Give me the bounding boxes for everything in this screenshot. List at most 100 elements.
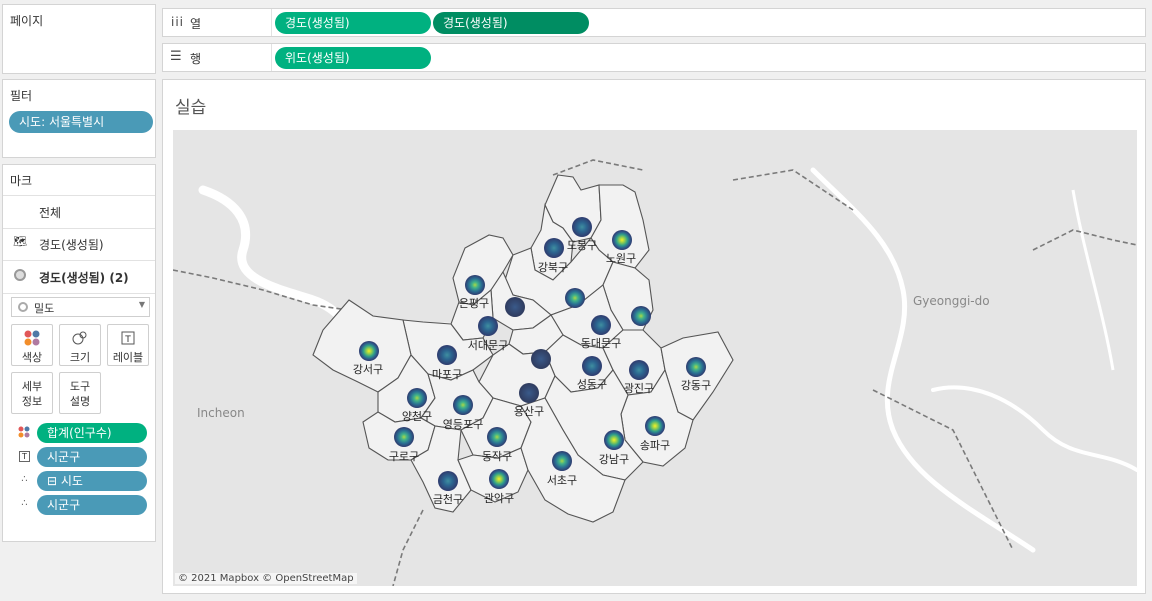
marks-card-lon-2[interactable]: 경도(생성됨) (2) — [3, 261, 155, 294]
view-panel: 실습 도봉구 노원구 강북구 은평구 서대문구 동대문구 마포구 강서구 성동구… — [162, 79, 1146, 594]
marks-panel: 마크 전체 🗺 경도(생성됨) 경도(생성됨) (2) 밀도 ▼ 색상 크기 T… — [2, 164, 156, 542]
pages-panel[interactable]: 페이지 — [2, 4, 156, 74]
view-title: 실습 — [175, 98, 207, 118]
detail-button[interactable]: 세부 정보 — [11, 372, 53, 414]
columns-label: 열 — [190, 17, 202, 31]
density-mark[interactable] — [629, 360, 649, 380]
size-icon — [60, 329, 100, 349]
density-mark[interactable] — [407, 388, 427, 408]
district-label: 강남구 — [599, 453, 629, 466]
density-mark[interactable] — [487, 427, 507, 447]
density-mark[interactable] — [465, 275, 485, 295]
marks-title: 마크 — [10, 174, 33, 188]
density-mark[interactable] — [438, 471, 458, 491]
tooltip-button[interactable]: 도구 설명 — [59, 372, 101, 414]
density-mark[interactable] — [686, 357, 706, 377]
district-label: 서초구 — [547, 474, 577, 487]
color-button[interactable]: 색상 — [11, 324, 53, 366]
district-label: 강동구 — [681, 379, 711, 392]
field-row-detail-sido[interactable]: ∴ ⊟ 시도 — [13, 471, 149, 491]
density-mark[interactable] — [604, 430, 624, 450]
filters-panel: 필터 시도: 서울특별시 — [2, 79, 156, 158]
density-mark[interactable] — [478, 316, 498, 336]
columns-pill-lon-2[interactable]: 경도(생성됨) — [433, 12, 589, 34]
marks-card-lon[interactable]: 🗺 경도(생성됨) — [3, 228, 155, 261]
tooltip-button-label: 도구 설명 — [69, 380, 91, 408]
field-pill-sido[interactable]: ⊟ 시도 — [37, 471, 147, 491]
district-label: 서대문구 — [468, 339, 508, 352]
district-label: 성동구 — [577, 378, 607, 391]
color-icon — [12, 329, 52, 349]
field-pill-sigungu[interactable]: 시군구 — [37, 495, 147, 515]
density-mark[interactable] — [645, 416, 665, 436]
density-mark[interactable] — [591, 315, 611, 335]
map-label-incheon: Incheon — [197, 406, 245, 420]
marks-card-lon-label: 경도(생성됨) — [39, 238, 104, 252]
detail-dots-icon: ∴ — [21, 498, 27, 509]
district-label: 노원구 — [606, 252, 636, 265]
label-button[interactable]: T 레이블 — [107, 324, 149, 366]
mark-type-dropdown[interactable]: 밀도 ▼ — [11, 297, 150, 317]
district-label: 금천구 — [433, 492, 463, 506]
field-row-detail-sigungu[interactable]: ∴ 시군구 — [13, 495, 149, 515]
color-dots-icon — [17, 426, 31, 441]
district-label: 강서구 — [353, 363, 383, 376]
district-label: 마포구 — [432, 368, 462, 381]
district-label: 동대문구 — [581, 337, 621, 350]
map-canvas[interactable]: 도봉구노원구강북구은평구서대문구 동대문구마포구 강서구성동구 광진구 강동구용산구 양천… — [173, 130, 1137, 586]
field-row-color[interactable]: 합계(인구수) — [13, 423, 149, 443]
density-mark[interactable] — [531, 349, 551, 369]
district-label: 동작구 — [482, 450, 512, 463]
columns-shelf[interactable]: iii 열 경도(생성됨) 경도(생성됨) — [162, 8, 1146, 37]
density-mark[interactable] — [552, 451, 572, 471]
district-label: 송파구 — [640, 439, 670, 452]
density-mark[interactable] — [359, 341, 379, 361]
density-mark[interactable] — [453, 395, 473, 415]
filters-title: 필터 — [10, 89, 33, 103]
district-label: 은평구 — [459, 297, 489, 310]
density-mark[interactable] — [489, 469, 509, 489]
district-label: 도봉구 — [567, 239, 597, 252]
density-mark[interactable] — [565, 288, 585, 308]
marks-card-all[interactable]: 전체 — [3, 195, 155, 229]
district-label: 광진구 — [624, 382, 654, 395]
density-mark[interactable] — [544, 238, 564, 258]
map-label-gyeonggi: Gyeonggi-do — [913, 294, 990, 308]
density-mark[interactable] — [612, 230, 632, 250]
rows-shelf[interactable]: ☰ 행 위도(생성됨) — [162, 43, 1146, 72]
district-label: 영등포구 — [443, 418, 483, 431]
map-attribution: © 2021 Mapbox © OpenStreetMap — [175, 573, 357, 584]
district-label: 관악구 — [484, 492, 514, 505]
density-mark[interactable] — [582, 356, 602, 376]
marks-card-all-label: 전체 — [39, 206, 62, 220]
map-view[interactable]: 도봉구노원구강북구은평구서대문구 동대문구마포구 강서구성동구 광진구 강동구용산구 양천… — [173, 130, 1137, 586]
label-button-label: 레이블 — [112, 351, 144, 364]
size-button-label: 크기 — [69, 351, 91, 364]
detail-button-label: 세부 정보 — [21, 380, 43, 408]
chevron-down-icon: ▼ — [138, 300, 145, 309]
district-label: 양천구 — [402, 409, 432, 423]
detail-dots-icon: ∴ — [21, 474, 27, 485]
size-button[interactable]: 크기 — [59, 324, 101, 366]
filter-pill-sido[interactable]: 시도: 서울특별시 — [9, 111, 153, 133]
district-label: 강북구 — [538, 261, 568, 274]
density-type-icon — [18, 302, 28, 312]
rows-icon: ☰ — [170, 49, 182, 64]
color-button-label: 색상 — [21, 351, 43, 364]
density-mark[interactable] — [519, 383, 539, 403]
density-mark[interactable] — [572, 217, 592, 237]
district-label: 용산구 — [514, 405, 544, 418]
rows-pill-lat[interactable]: 위도(생성됨) — [275, 47, 431, 69]
columns-pill-lon-1[interactable]: 경도(생성됨) — [275, 12, 431, 34]
field-pill-population[interactable]: 합계(인구수) — [37, 423, 147, 443]
text-label-icon: T — [19, 451, 30, 462]
density-mark[interactable] — [631, 306, 651, 326]
density-mark[interactable] — [505, 297, 525, 317]
density-mark[interactable] — [437, 345, 457, 365]
district-label: 구로구 — [389, 450, 419, 463]
field-pill-sigungu-label[interactable]: 시군구 — [37, 447, 147, 467]
pages-title: 페이지 — [10, 14, 44, 28]
mark-type-value: 밀도 — [34, 302, 55, 315]
field-row-label[interactable]: T 시군구 — [13, 447, 149, 467]
density-mark[interactable] — [394, 427, 414, 447]
